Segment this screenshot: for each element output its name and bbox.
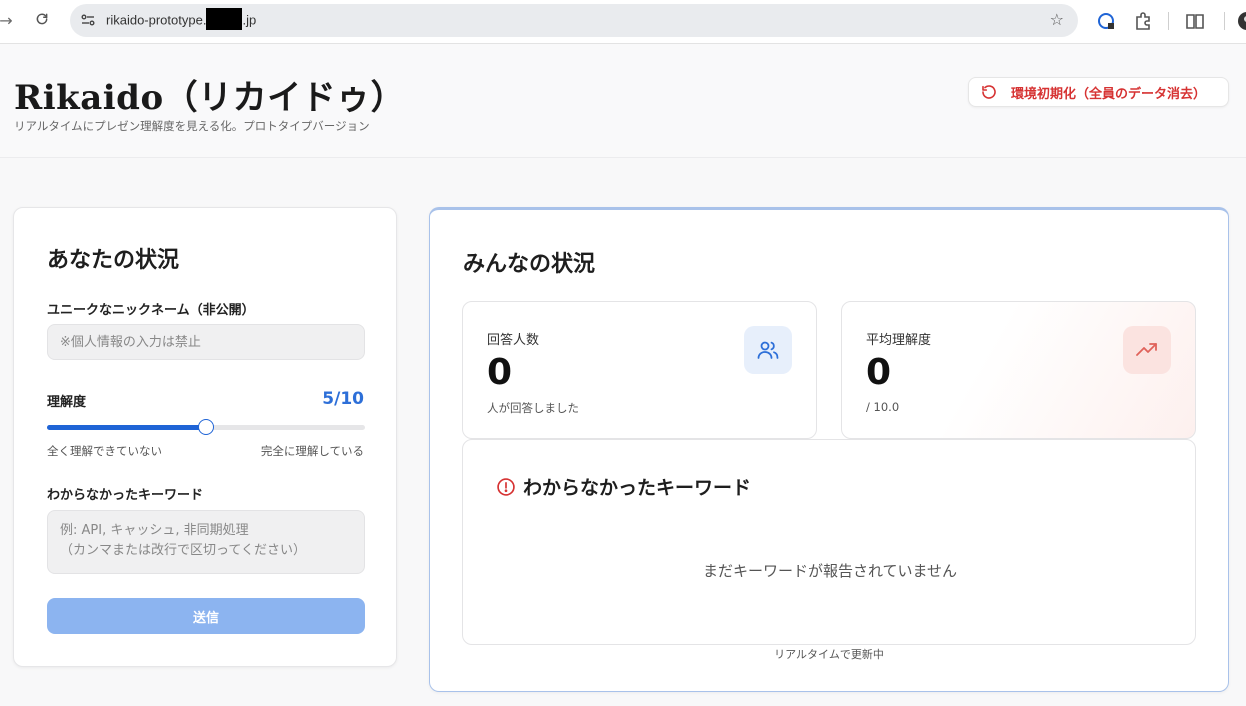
bookmark-star-icon[interactable]: ☆ [1050, 10, 1064, 29]
app-subtitle: リアルタイムにプレゼン理解度を見える化。プロトタイプバージョン [14, 119, 370, 133]
keywords-label: わからなかったキーワード [47, 488, 204, 503]
site-settings-icon[interactable] [80, 12, 96, 28]
profile-avatar-icon[interactable] [1236, 10, 1246, 32]
trending-up-icon [1136, 343, 1157, 356]
trending-icon-box [1123, 326, 1171, 374]
puzzle-extensions-icon[interactable] [1132, 10, 1154, 32]
app-title: Rikaido（リカイドゥ） [14, 78, 406, 118]
keywords-card: わからなかったキーワード まだキーワードが報告されていません [462, 439, 1196, 645]
reset-button-label: 環境初期化（全員のデータ消去） [1011, 85, 1207, 101]
address-bar[interactable]: rikaido-prototype. .jp ☆ [70, 4, 1078, 37]
everyone-status-card: みんなの状況 回答人数 0 人が回答しました 平均理解度 0 / 10.0 わか… [429, 207, 1229, 692]
realtime-footnote: リアルタイムで更新中 [774, 648, 884, 661]
extension-icon[interactable] [1095, 10, 1117, 32]
respondents-stat-card: 回答人数 0 人が回答しました [462, 301, 817, 439]
slider-min-label: 全く理解できていない [47, 444, 162, 458]
respondents-label: 回答人数 [487, 333, 540, 348]
url-text[interactable]: rikaido-prototype. .jp [106, 8, 256, 30]
rotate-ccw-icon [982, 85, 996, 99]
forward-icon[interactable]: → [0, 11, 16, 31]
reading-list-icon[interactable] [1184, 10, 1206, 32]
respondents-sub: 人が回答しました [487, 401, 579, 415]
respondents-value: 0 [487, 352, 513, 393]
understanding-score: 5/10 [322, 389, 364, 409]
toolbar-divider [1224, 12, 1225, 30]
keywords-empty-message: まだキーワードが報告されていません [702, 562, 958, 580]
toolbar-divider [1168, 12, 1169, 30]
average-value: 0 [866, 352, 892, 393]
reload-icon[interactable] [32, 11, 52, 31]
browser-toolbar: → rikaido-prototype. .jp ☆ [0, 0, 1246, 44]
average-sub: / 10.0 [866, 400, 900, 414]
users-icon [757, 341, 779, 359]
understanding-label: 理解度 [47, 395, 87, 410]
average-stat-card: 平均理解度 0 / 10.0 [841, 301, 1196, 439]
understanding-slider[interactable] [47, 419, 365, 435]
everyone-status-title: みんなの状況 [463, 251, 596, 277]
alert-circle-icon [497, 478, 515, 496]
reset-environment-button[interactable]: 環境初期化（全員のデータ消去） [968, 77, 1229, 107]
redacted-block [206, 8, 243, 30]
your-status-card: あなたの状況 ユニークなニックネーム（非公開） 理解度 5/10 全く理解できて… [13, 207, 397, 667]
keywords-textarea[interactable] [47, 510, 365, 574]
average-label: 平均理解度 [866, 333, 932, 348]
slider-thumb[interactable] [198, 419, 214, 435]
page-header: Rikaido（リカイドゥ） リアルタイムにプレゼン理解度を見える化。プロトタイ… [0, 44, 1246, 158]
nickname-label: ユニークなニックネーム（非公開） [47, 303, 255, 318]
users-icon-box [744, 326, 792, 374]
slider-max-label: 完全に理解している [260, 444, 364, 458]
keywords-card-title: わからなかったキーワード [523, 477, 752, 499]
submit-button[interactable]: 送信 [47, 598, 365, 634]
nickname-input[interactable] [47, 324, 365, 360]
slider-fill [47, 425, 206, 430]
your-status-title: あなたの状況 [47, 247, 180, 273]
